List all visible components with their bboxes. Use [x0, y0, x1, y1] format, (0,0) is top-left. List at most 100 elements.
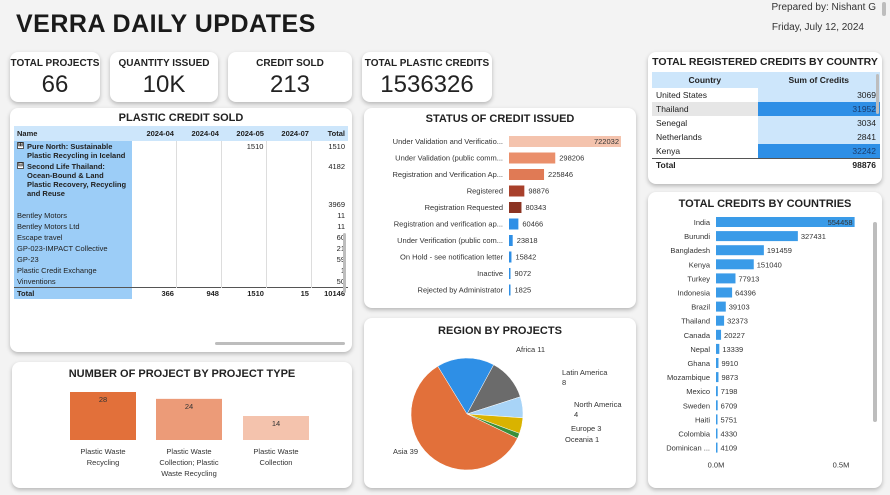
country-bar[interactable] — [716, 287, 733, 298]
country-bar[interactable] — [716, 400, 718, 411]
row-value-cell — [221, 265, 268, 276]
table-row[interactable]: Senegal 3034 — [652, 116, 880, 130]
table-row[interactable]: United States 3069 — [652, 88, 880, 102]
country-category-label: Brazil — [691, 303, 710, 312]
project-type-title: NUMBER OF PROJECT BY PROJECT TYPE — [68, 368, 296, 380]
status-bar[interactable] — [509, 218, 519, 230]
row-name-cell: Bentley Motors — [14, 210, 132, 221]
row-value-cell — [132, 141, 178, 161]
label-line: Recycling — [87, 458, 120, 467]
status-value-label: 15842 — [515, 253, 536, 262]
country-category-label: Haiti — [695, 415, 710, 424]
col-2024-04[interactable]: 2024-04 — [176, 126, 222, 141]
col-2024-04[interactable]: 2024-04 — [132, 126, 177, 141]
row-name-cell: ⊟ Second Life Thailand: Ocean-Bound & Lan… — [14, 161, 132, 199]
project-type-value-label: 28 — [99, 395, 107, 404]
country-bar[interactable] — [716, 231, 798, 242]
status-bar[interactable] — [509, 284, 511, 296]
total-value-cell: 15 — [266, 287, 312, 299]
country-bar[interactable] — [716, 245, 764, 256]
country-bar[interactable] — [716, 343, 720, 354]
row-value-cell — [266, 210, 313, 221]
col-2024-05[interactable]: 2024-05 — [221, 126, 267, 141]
status-value-label: 225846 — [548, 170, 573, 179]
project-type-chart: 282414Plastic Waste RecyclingPlastic Wast… — [70, 392, 309, 478]
country-value-label: 7198 — [721, 387, 738, 396]
col-sum-of-credits[interactable]: Sum of Credits — [757, 72, 880, 88]
table-total-row: Total 366 948 1510 15 10146 — [14, 287, 348, 299]
table-row[interactable]: Bentley Motors 11 — [14, 210, 348, 221]
table-row[interactable]: Thailand 31952 — [652, 102, 880, 116]
table-horizontal-scrollbar[interactable] — [215, 342, 345, 345]
table-row[interactable]: Bentley Motors Ltd 11 — [14, 221, 348, 232]
x-axis-tick: 0.0M — [708, 461, 725, 470]
country-bar[interactable] — [716, 386, 718, 397]
status-bar[interactable] — [509, 251, 512, 263]
country-value-label: 6709 — [721, 401, 738, 410]
col-2024-07[interactable]: 2024-07 — [266, 126, 312, 141]
country-bar[interactable] — [716, 273, 736, 284]
table-total-row: Total 98876 — [652, 157, 880, 172]
credits-cell: 3069 — [757, 88, 880, 102]
status-category-label: Under Validation (public comm... — [395, 154, 503, 163]
table-row[interactable]: Netherlands 2841 — [652, 130, 880, 144]
table-row[interactable]: Escape travel 60 — [14, 232, 348, 243]
project-type-category-label: Plastic Waste Collection; Plastic Waste Re… — [159, 447, 218, 478]
country-bar[interactable] — [716, 372, 719, 383]
collapse-icon[interactable]: ⊟ — [17, 162, 24, 169]
status-bar[interactable] — [509, 169, 545, 180]
country-bar[interactable] — [716, 329, 722, 340]
col-country[interactable]: Country — [652, 72, 758, 88]
country-bar[interactable] — [716, 315, 725, 326]
col-total[interactable]: Total — [311, 126, 348, 141]
top-right-scroll[interactable] — [882, 2, 886, 16]
region-by-projects-chart: Africa 11 Latin America 8 North America 4 Eur… — [393, 345, 622, 471]
status-bar[interactable] — [509, 185, 525, 197]
col-name[interactable]: Name — [14, 126, 132, 141]
country-bar[interactable] — [716, 428, 718, 439]
row-name-cell — [14, 199, 132, 210]
row-value-cell — [176, 265, 223, 276]
kpi-label: TOTAL PROJECTS — [10, 58, 100, 69]
label-line: Plastic Waste — [80, 447, 125, 456]
status-bar[interactable] — [509, 268, 511, 279]
row-value-cell — [132, 265, 178, 276]
table-row[interactable]: GP-023-IMPACT Collective 21 — [14, 243, 348, 254]
registered-credits-scrollbar[interactable] — [876, 74, 879, 114]
country-bar[interactable] — [716, 442, 718, 453]
kpi-credit-sold: CREDIT SOLD 213 — [228, 52, 352, 102]
table-row[interactable]: ⊞ Pure North: Sustainable Plastic Recycli… — [14, 141, 348, 161]
country-category-label: Colombia — [678, 430, 711, 439]
table-row[interactable]: ⊟ Second Life Thailand: Ocean-Bound & Lan… — [14, 161, 348, 199]
kpi-label: CREDIT SOLD — [256, 58, 324, 69]
country-category-label: Thailand — [681, 317, 710, 326]
country-bar[interactable] — [716, 259, 754, 270]
country-bar[interactable] — [716, 358, 719, 368]
country-bar[interactable] — [716, 301, 726, 312]
status-category-label: Under Verification (public com... — [397, 236, 503, 245]
table-vertical-scrollbar[interactable] — [343, 233, 346, 293]
table-row[interactable]: Kenya 32242 — [652, 144, 880, 158]
kpi-quantity-issued: QUANTITY ISSUED 10K — [110, 52, 218, 102]
status-bar[interactable] — [509, 235, 513, 246]
row-name: GP-23 — [17, 255, 39, 264]
table-row[interactable]: Vinventions 50 — [14, 276, 348, 288]
country-value-label: 9910 — [721, 359, 738, 368]
status-bar[interactable] — [509, 202, 522, 213]
table-row[interactable]: GP-23 59 — [14, 254, 348, 265]
status-bar[interactable] — [509, 152, 556, 164]
country-bar[interactable] — [716, 414, 718, 425]
country-category-label: Burundi — [684, 232, 710, 241]
row-name: Vinventions — [17, 277, 56, 286]
total-label: Total — [14, 287, 132, 299]
countries-chart-scrollbar[interactable] — [873, 222, 877, 422]
country-category-label: Dominican ... — [666, 444, 710, 453]
country-cell: Netherlands — [656, 132, 702, 142]
row-name: Second Life Thailand: Ocean-Bound & Land… — [27, 162, 127, 198]
status-category-label: Rejected by Administrator — [418, 286, 504, 295]
table-row[interactable]: 3969 — [14, 199, 348, 210]
row-name-cell: GP-23 — [14, 254, 132, 265]
expand-icon[interactable]: ⊞ — [17, 142, 24, 149]
row-value-cell: 11 — [337, 211, 345, 220]
table-row[interactable]: Plastic Credit Exchange1 — [14, 265, 348, 276]
